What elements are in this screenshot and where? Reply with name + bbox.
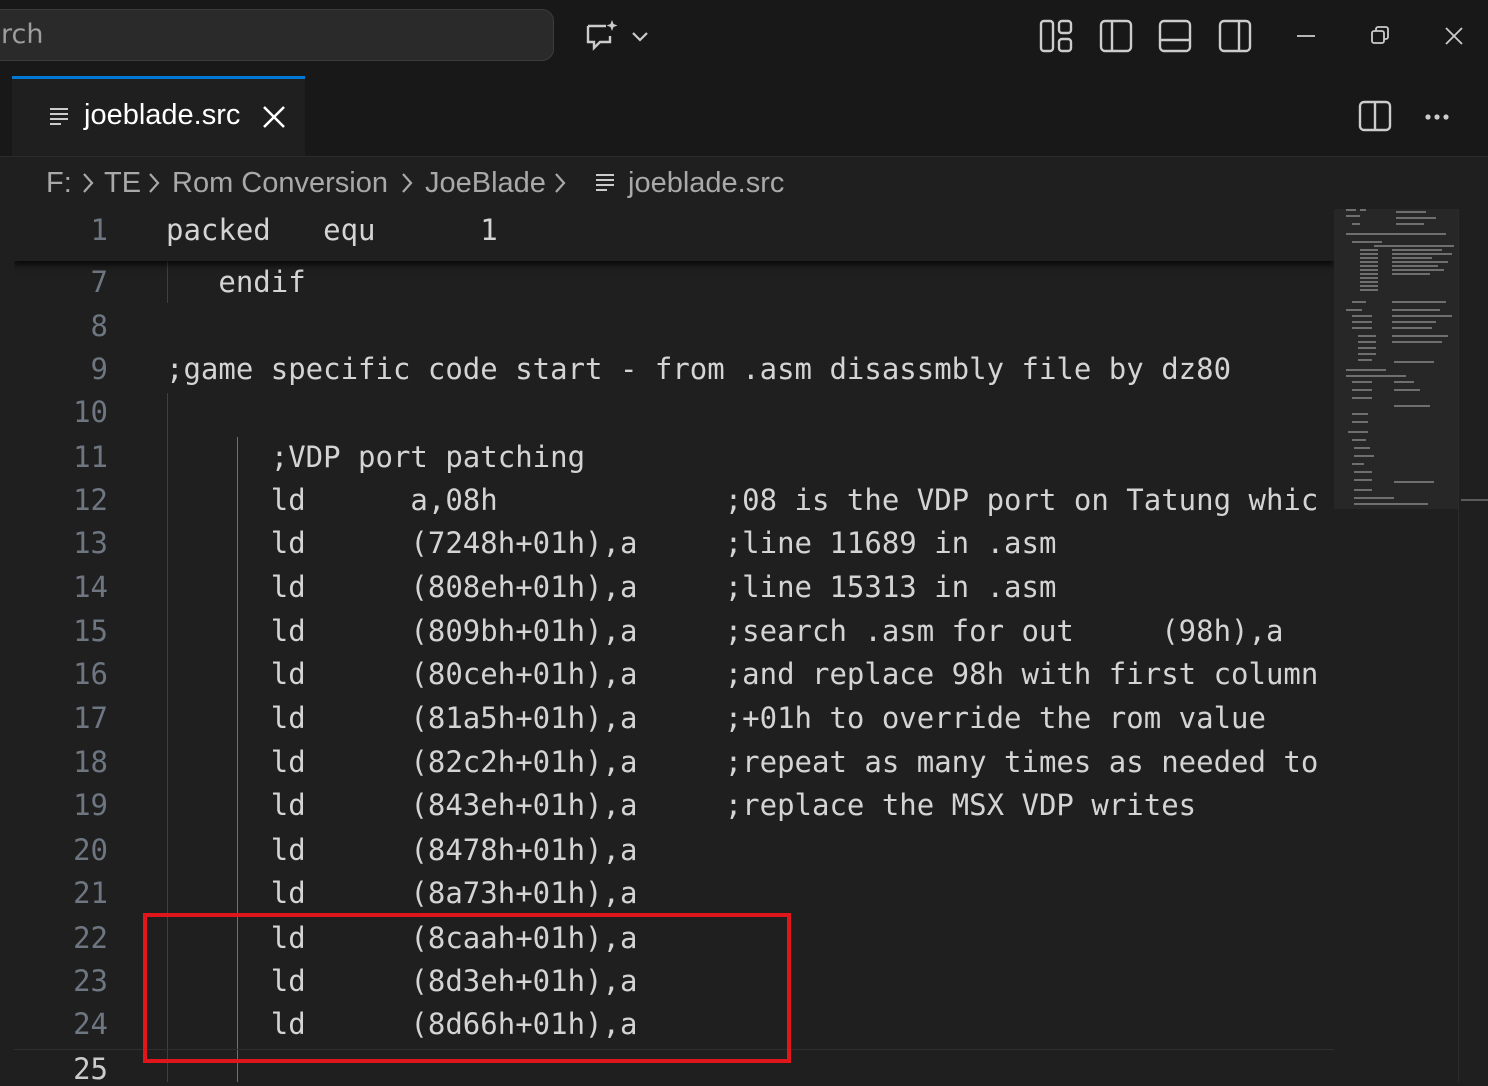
code-line: 11 ;VDP port patching: [14, 438, 1334, 482]
breadcrumb-item-file[interactable]: joeblade.src: [628, 167, 784, 200]
line-text: ld (81a5h+01h),a ;+01h to override the r…: [166, 701, 1266, 735]
line-text: ld (843eh+01h),a ;replace the MSX VDP wr…: [166, 788, 1197, 822]
line-number: 20: [73, 833, 108, 867]
chat-sparkle-icon[interactable]: [580, 14, 624, 58]
code-line: 19 ld (843eh+01h),a ;replace the MSX VDP…: [14, 786, 1334, 830]
line-number: 8: [90, 309, 108, 343]
file-lines-icon: [596, 174, 614, 191]
code-line: 21 ld (8a73h+01h),a: [14, 874, 1334, 918]
line-number: 10: [73, 395, 108, 429]
restore-icon[interactable]: [1358, 14, 1402, 58]
breadcrumb-item-drive[interactable]: F:: [46, 167, 72, 200]
line-number: 18: [73, 745, 108, 779]
line-number: 22: [73, 921, 108, 955]
line-number: 9: [90, 352, 108, 386]
line-number: 11: [73, 440, 108, 474]
customize-layout-icon[interactable]: [1034, 14, 1078, 58]
split-editor-icon[interactable]: [1357, 98, 1397, 138]
toggle-primary-sidebar-icon[interactable]: [1094, 14, 1138, 58]
line-number: 13: [73, 526, 108, 560]
file-lines-icon: [50, 108, 68, 125]
toggle-secondary-sidebar-icon[interactable]: [1213, 14, 1257, 58]
highlight-annotation-box: [143, 913, 791, 1063]
code-line: 18 ld (82c2h+01h),a ;repeat as many time…: [14, 743, 1334, 787]
tab-label: joeblade.src: [84, 99, 241, 131]
line-text: ld (808eh+01h),a ;line 15313 in .asm: [166, 570, 1057, 604]
line-number: 14: [73, 570, 108, 604]
line-text: ;game specific code start - from .asm di…: [166, 352, 1232, 386]
code-line: 8: [14, 307, 1334, 351]
line-number: 24: [73, 1007, 108, 1041]
code-line: 14 ld (808eh+01h),a ;line 15313 in .asm: [14, 568, 1334, 612]
search-text: rch: [1, 19, 44, 50]
minimap-code-preview: [1334, 209, 1458, 509]
tab-joeblade-src[interactable]: joeblade.src: [12, 76, 305, 156]
chevron-right-icon: [555, 173, 566, 193]
minimap[interactable]: [1334, 209, 1458, 1082]
breadcrumb: F: TE Rom Conversion JoeBlade joeblade.s…: [0, 157, 1488, 209]
code-line: 10: [14, 393, 1334, 437]
line-text: ld (80ceh+01h),a ;and replace 98h with f…: [166, 657, 1319, 691]
code-line: 15 ld (809bh+01h),a ;search .asm for out…: [14, 612, 1334, 656]
line-text: ld a,08h ;08 is the VDP port on Tatung w…: [166, 483, 1319, 517]
scrollbar-position-marker: [1461, 499, 1488, 501]
code-line: 17 ld (81a5h+01h),a ;+01h to override th…: [14, 699, 1334, 743]
code-line: 20 ld (8478h+01h),a: [14, 831, 1334, 875]
line-text: ld (82c2h+01h),a ;repeat as many times a…: [166, 745, 1319, 779]
chevron-right-icon: [83, 173, 94, 193]
line-number: 1: [90, 213, 108, 247]
close-icon[interactable]: [1432, 14, 1476, 58]
tab-close-icon[interactable]: [260, 103, 288, 131]
line-number: 17: [73, 701, 108, 735]
line-text: ;VDP port patching: [166, 440, 586, 474]
code-line: 13 ld (7248h+01h),a ;line 11689 in .asm: [14, 524, 1334, 568]
line-text: endif: [166, 265, 306, 299]
line-number: 23: [73, 964, 108, 998]
breadcrumb-item-te[interactable]: TE: [104, 167, 141, 200]
more-actions-icon[interactable]: [1420, 98, 1460, 138]
chevron-down-icon[interactable]: [622, 14, 658, 58]
tab-bar: joeblade.src: [0, 76, 1488, 157]
code-line: 1 packed equ 1: [14, 211, 1334, 255]
code-line: 12 ld a,08h ;08 is the VDP port on Tatun…: [14, 481, 1334, 525]
code-line: 16 ld (80ceh+01h),a ;and replace 98h wit…: [14, 655, 1334, 699]
vertical-scrollbar[interactable]: [1458, 209, 1488, 1082]
line-number: 15: [73, 614, 108, 648]
sticky-scroll-header[interactable]: 1 packed equ 1: [14, 209, 1334, 261]
line-text: ld (8a73h+01h),a: [166, 876, 638, 910]
line-number: 25: [73, 1052, 108, 1082]
line-number: 21: [73, 876, 108, 910]
line-number: 16: [73, 657, 108, 691]
title-bar: rch: [0, 0, 1488, 76]
chevron-right-icon: [402, 173, 413, 193]
minimize-icon[interactable]: [1284, 14, 1328, 58]
command-center-search[interactable]: rch: [0, 9, 554, 61]
breadcrumb-item-joeblade[interactable]: JoeBlade: [425, 167, 546, 200]
code-line: 7 endif: [14, 263, 1334, 307]
line-number: 19: [73, 788, 108, 822]
line-text: ld (7248h+01h),a ;line 11689 in .asm: [166, 526, 1057, 560]
line-text: ld (809bh+01h),a ;search .asm for out (9…: [166, 614, 1284, 648]
code-line: 9 ;game specific code start - from .asm d…: [14, 350, 1334, 394]
line-text: packed equ 1: [166, 213, 498, 247]
breadcrumb-item-rom-conversion[interactable]: Rom Conversion: [172, 167, 388, 200]
toggle-panel-icon[interactable]: [1153, 14, 1197, 58]
chevron-right-icon: [149, 173, 160, 193]
line-number: 12: [73, 483, 108, 517]
line-text: ld (8478h+01h),a: [166, 833, 638, 867]
